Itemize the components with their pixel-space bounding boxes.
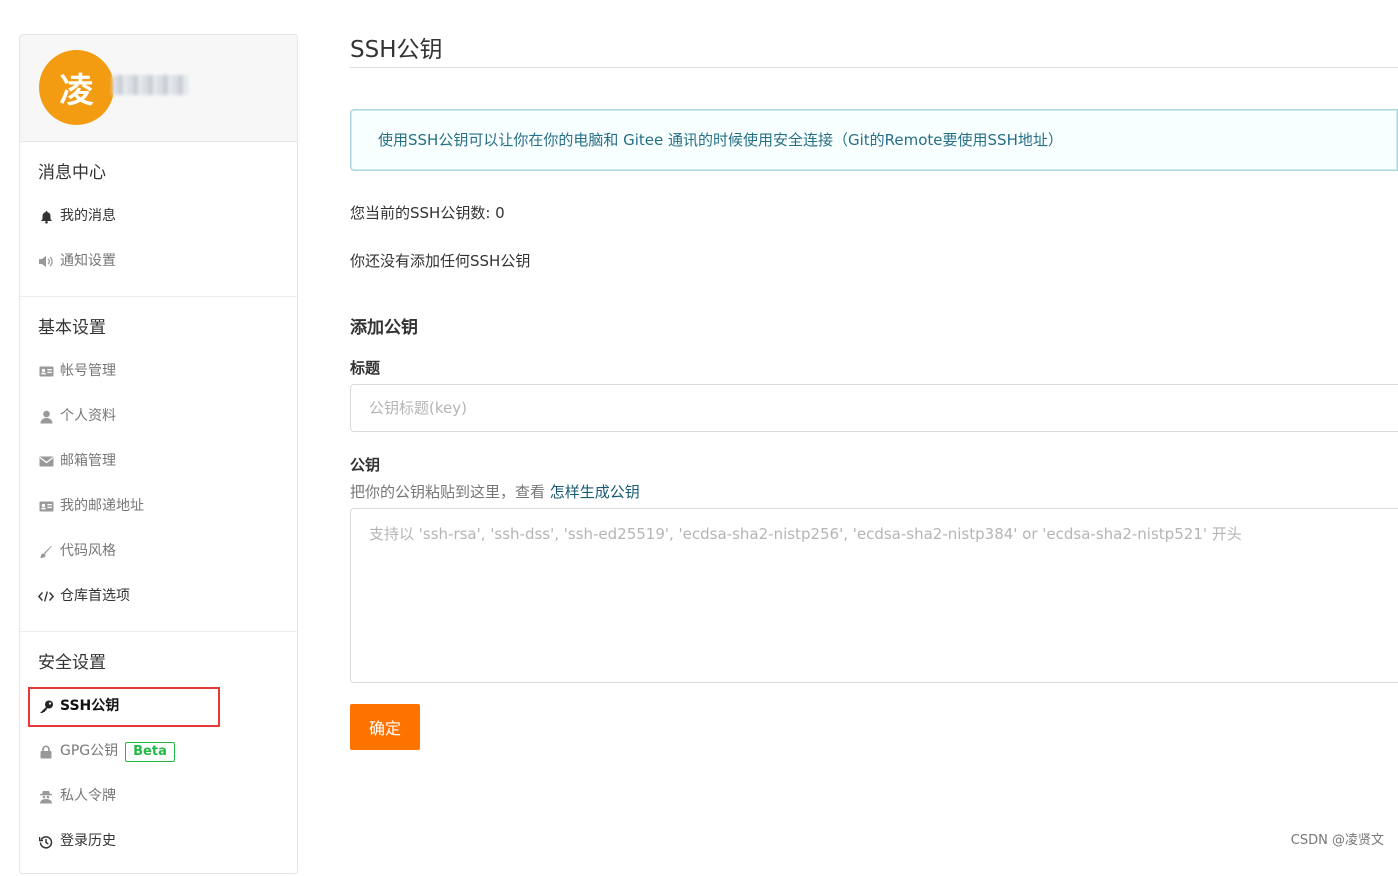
- user-secret-icon: [38, 790, 54, 804]
- envelope-icon: [38, 456, 54, 467]
- sidebar-item-ssh-keys[interactable]: SSH公钥: [20, 684, 297, 729]
- sidebar-item-label: 通知设置: [60, 253, 116, 269]
- sidebar-item-label: 帐号管理: [60, 363, 116, 379]
- bell-icon: [38, 210, 54, 224]
- sidebar-item-postal-address[interactable]: 我的邮递地址: [20, 484, 297, 529]
- main-content: SSH公钥 使用SSH公钥可以让你在你的电脑和 Gitee 通讯的时候使用安全连…: [350, 0, 1398, 750]
- sidebar-item-account[interactable]: 帐号管理: [20, 349, 297, 394]
- sidebar-item-code-style[interactable]: 代码风格: [20, 529, 297, 574]
- code-icon: [38, 590, 54, 603]
- key-label: 公钥: [350, 456, 381, 474]
- sidebar-item-notification-settings[interactable]: 通知设置: [20, 239, 297, 284]
- sidebar-item-profile[interactable]: 个人资料: [20, 394, 297, 439]
- sidebar-item-label: 邮箱管理: [60, 453, 116, 469]
- empty-state-text: 你还没有添加任何SSH公钥: [350, 252, 531, 270]
- sidebar-item-email[interactable]: 邮箱管理: [20, 439, 297, 484]
- watermark: CSDN @凌贤文: [1290, 833, 1384, 848]
- info-message: 使用SSH公钥可以让你在你的电脑和 Gitee 通讯的时候使用安全连接（Git的…: [350, 109, 1398, 171]
- username-redacted: [112, 75, 188, 95]
- confirm-button[interactable]: 确定: [350, 704, 420, 750]
- sidebar-item-gpg-keys[interactable]: GPG公钥 Beta: [20, 729, 297, 774]
- sidebar-item-label: 个人资料: [60, 408, 116, 424]
- sidebar-item-label: GPG公钥: [60, 743, 119, 759]
- title-label: 标题: [350, 359, 381, 377]
- id-card-icon: [38, 366, 54, 377]
- sidebar-item-label: 我的邮递地址: [60, 498, 144, 514]
- sidebar-item-label: 登录历史: [60, 833, 116, 849]
- profile-header: 凌: [20, 35, 297, 142]
- sidebar-item-repo-preferences[interactable]: 仓库首选项: [20, 574, 297, 619]
- section-title: 基本设置: [38, 318, 106, 338]
- sidebar-item-label: SSH公钥: [60, 698, 120, 714]
- address-card-icon: [38, 501, 54, 512]
- volume-icon: [38, 255, 54, 268]
- lock-icon: [38, 745, 54, 759]
- sidebar-item-label: 代码风格: [60, 543, 116, 559]
- public-key-textarea[interactable]: [350, 508, 1398, 683]
- key-title-input[interactable]: [350, 384, 1398, 432]
- section-security-settings: 安全设置 SSH公钥 GPG公钥 Beta 私人令牌 登录历史: [20, 632, 297, 876]
- section-title: 安全设置: [38, 653, 106, 673]
- how-to-generate-key-link[interactable]: 怎样生成公钥: [550, 483, 640, 501]
- ssh-key-count: 您当前的SSH公钥数: 0: [350, 204, 505, 222]
- key-hint-text: 把你的公钥粘贴到这里，查看: [350, 483, 546, 501]
- page-title: SSH公钥: [350, 0, 1398, 68]
- sidebar-item-label: 我的消息: [60, 208, 116, 224]
- section-title: 消息中心: [38, 163, 106, 183]
- history-icon: [38, 835, 54, 849]
- user-icon: [38, 410, 54, 424]
- sidebar-item-label: 私人令牌: [60, 788, 116, 804]
- sidebar-item-my-messages[interactable]: 我的消息: [20, 194, 297, 239]
- paint-brush-icon: [38, 545, 54, 559]
- key-hint: 把你的公钥粘贴到这里，查看 怎样生成公钥: [350, 481, 1398, 503]
- beta-badge: Beta: [125, 741, 175, 762]
- key-icon: [38, 700, 54, 714]
- sidebar-item-login-history[interactable]: 登录历史: [20, 819, 297, 864]
- add-key-heading: 添加公钥: [350, 318, 418, 338]
- section-message-center: 消息中心 我的消息 通知设置: [20, 142, 297, 297]
- settings-sidebar: 凌 消息中心 我的消息 通知设置 基本设置 帐号管理 个人资料 邮箱管理 我的邮…: [19, 34, 298, 874]
- avatar[interactable]: 凌: [39, 50, 114, 125]
- sidebar-item-private-tokens[interactable]: 私人令牌: [20, 774, 297, 819]
- section-basic-settings: 基本设置 帐号管理 个人资料 邮箱管理 我的邮递地址 代码风格 仓库首选项: [20, 297, 297, 632]
- sidebar-item-label: 仓库首选项: [60, 588, 130, 604]
